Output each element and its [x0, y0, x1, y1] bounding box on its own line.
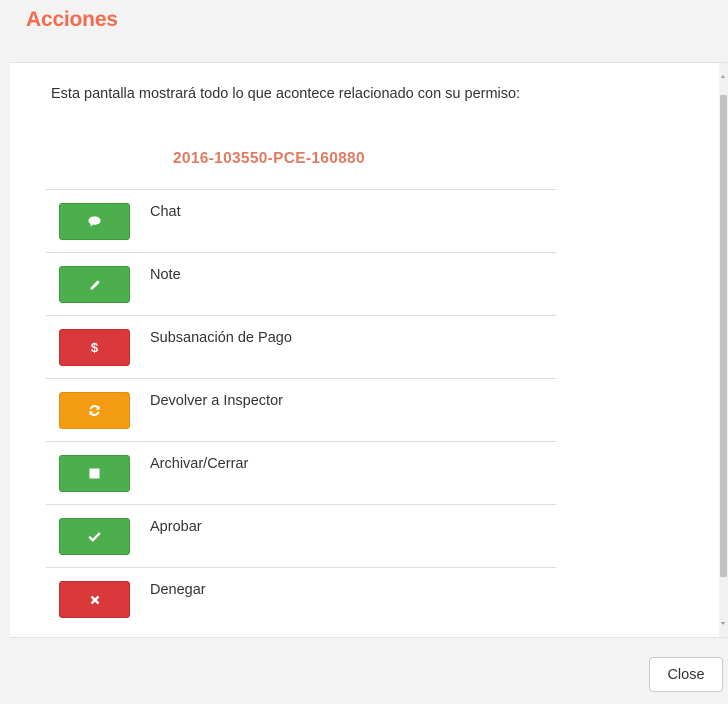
deny-button[interactable] — [59, 581, 130, 618]
refresh-icon — [88, 404, 101, 417]
action-archivar-cerrar[interactable]: Archivar/Cerrar — [46, 441, 556, 504]
permit-id: 2016-103550-PCE-160880 — [173, 150, 365, 167]
action-label: Note — [150, 267, 181, 283]
action-subsanacion-pago[interactable]: $ Subsanación de Pago — [46, 315, 556, 378]
stop-icon — [89, 468, 100, 479]
close-button[interactable]: Close — [649, 657, 723, 692]
scroll-up-arrow-icon[interactable] — [721, 75, 725, 78]
payment-button[interactable]: $ — [59, 329, 130, 366]
action-label: Chat — [150, 204, 181, 220]
close-icon — [90, 595, 100, 605]
action-note[interactable]: Note — [46, 252, 556, 315]
intro-text: Esta pantalla mostrará todo lo que acont… — [51, 86, 521, 102]
action-devolver-inspector[interactable]: Devolver a Inspector — [46, 378, 556, 441]
check-icon — [88, 531, 101, 542]
actions-list: Chat Note $ Subsanación de Pago Devolver… — [46, 189, 556, 630]
chat-button[interactable] — [59, 203, 130, 240]
vertical-scrollbar[interactable] — [719, 63, 728, 637]
pencil-icon — [89, 279, 101, 291]
action-denegar[interactable]: Denegar — [46, 567, 556, 630]
scroll-down-arrow-icon[interactable] — [721, 622, 725, 625]
dollar-icon: $ — [90, 340, 99, 355]
action-label: Denegar — [150, 582, 206, 598]
dialog-body: Esta pantalla mostrará todo lo que acont… — [10, 62, 728, 638]
dialog-title: Acciones — [26, 8, 118, 31]
approve-button[interactable] — [59, 518, 130, 555]
scroll-thumb[interactable] — [720, 95, 727, 577]
action-label: Archivar/Cerrar — [150, 456, 249, 472]
note-button[interactable] — [59, 266, 130, 303]
action-label: Devolver a Inspector — [150, 393, 283, 409]
action-chat[interactable]: Chat — [46, 189, 556, 252]
action-label: Aprobar — [150, 519, 202, 535]
return-button[interactable] — [59, 392, 130, 429]
chat-icon — [88, 216, 101, 227]
archive-button[interactable] — [59, 455, 130, 492]
action-label: Subsanación de Pago — [150, 330, 292, 346]
action-aprobar[interactable]: Aprobar — [46, 504, 556, 567]
